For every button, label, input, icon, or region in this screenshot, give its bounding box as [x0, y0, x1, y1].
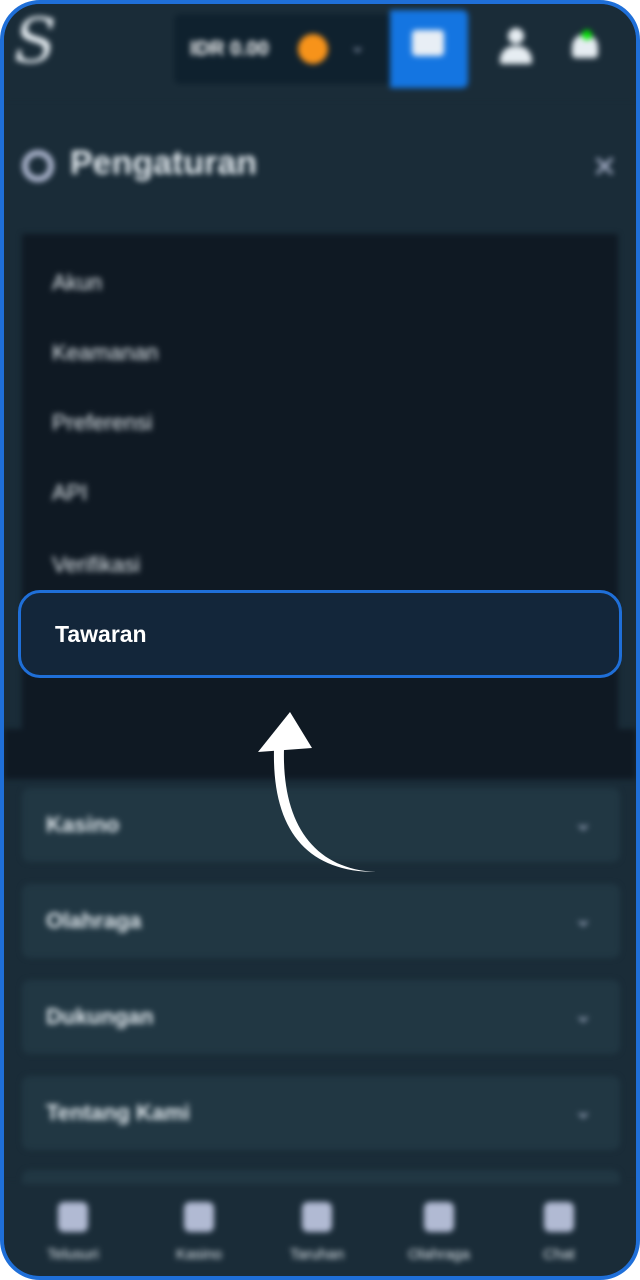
settings-header: Pengaturan ✕ — [4, 114, 636, 224]
chat-icon — [544, 1202, 574, 1232]
menu-item-keamanan[interactable]: Keamanan — [52, 340, 158, 366]
nav-label: Olahraga — [408, 1246, 470, 1263]
menu-item-tawaran-label: Tawaran — [55, 621, 147, 647]
nav-chat[interactable]: Chat — [504, 1202, 614, 1263]
accordion-label: Dukungan — [46, 1004, 154, 1029]
nav-label: Kasino — [176, 1246, 222, 1263]
bottom-nav: Telusuri Kasino Taruhan Olahraga Chat — [4, 1184, 636, 1276]
nav-label: Chat — [543, 1246, 575, 1263]
bets-icon — [302, 1202, 332, 1232]
pointer-arrow-icon — [258, 712, 376, 872]
nav-telusuri[interactable]: Telusuri — [18, 1202, 128, 1263]
close-icon[interactable]: ✕ — [592, 150, 617, 185]
bitcoin-coin-icon — [298, 34, 328, 64]
chevron-down-icon: ⌄ — [574, 906, 593, 931]
user-icon[interactable] — [498, 28, 532, 66]
settings-title: Pengaturan — [70, 144, 258, 182]
notification-dot — [582, 30, 592, 40]
menu-item-api[interactable]: API — [52, 480, 87, 506]
nav-kasino[interactable]: Kasino — [144, 1202, 254, 1263]
nav-olahraga[interactable]: Olahraga — [384, 1202, 494, 1263]
accordion-dukungan[interactable]: Dukungan ⌄ — [22, 980, 620, 1054]
accordion-olahraga[interactable]: Olahraga ⌄ — [22, 884, 620, 958]
top-bar: S IDR 0.00 ⌄ — [4, 4, 636, 98]
logo[interactable]: S — [14, 10, 56, 72]
accordion-tentang-kami[interactable]: Tentang Kami ⌄ — [22, 1076, 620, 1150]
balance-amount: IDR 0.00 — [190, 38, 269, 60]
accordion-label: Kasino — [46, 812, 120, 837]
user-icon-head — [508, 28, 524, 44]
balance-selector[interactable]: IDR 0.00 ⌄ — [174, 14, 390, 84]
nav-taruhan[interactable]: Taruhan — [262, 1202, 372, 1263]
accordion-label: Tentang Kami — [46, 1100, 190, 1125]
bell-icon[interactable] — [570, 30, 600, 64]
chevron-down-icon: ⌄ — [350, 36, 366, 56]
browse-icon — [58, 1202, 88, 1232]
nav-label: Telusuri — [47, 1246, 99, 1263]
menu-item-verifikasi[interactable]: Verifikasi — [52, 552, 140, 578]
menu-item-tawaran[interactable]: Tawaran — [18, 590, 622, 678]
wallet-icon — [412, 30, 444, 56]
chevron-down-icon: ⌄ — [574, 810, 593, 835]
nav-label: Taruhan — [289, 1246, 345, 1263]
gear-icon — [22, 150, 54, 182]
chevron-down-icon: ⌄ — [574, 1098, 593, 1123]
casino-icon — [184, 1202, 214, 1232]
menu-item-preferensi[interactable]: Preferensi — [52, 410, 152, 436]
wallet-button[interactable] — [390, 10, 468, 88]
chevron-down-icon: ⌄ — [574, 1002, 593, 1027]
sports-icon — [424, 1202, 454, 1232]
accordion-label: Olahraga — [46, 908, 142, 933]
user-icon-body — [500, 46, 532, 64]
phone-frame: S IDR 0.00 ⌄ Pengaturan ✕ Akun Keamanan … — [0, 0, 640, 1280]
menu-item-akun[interactable]: Akun — [52, 270, 102, 296]
